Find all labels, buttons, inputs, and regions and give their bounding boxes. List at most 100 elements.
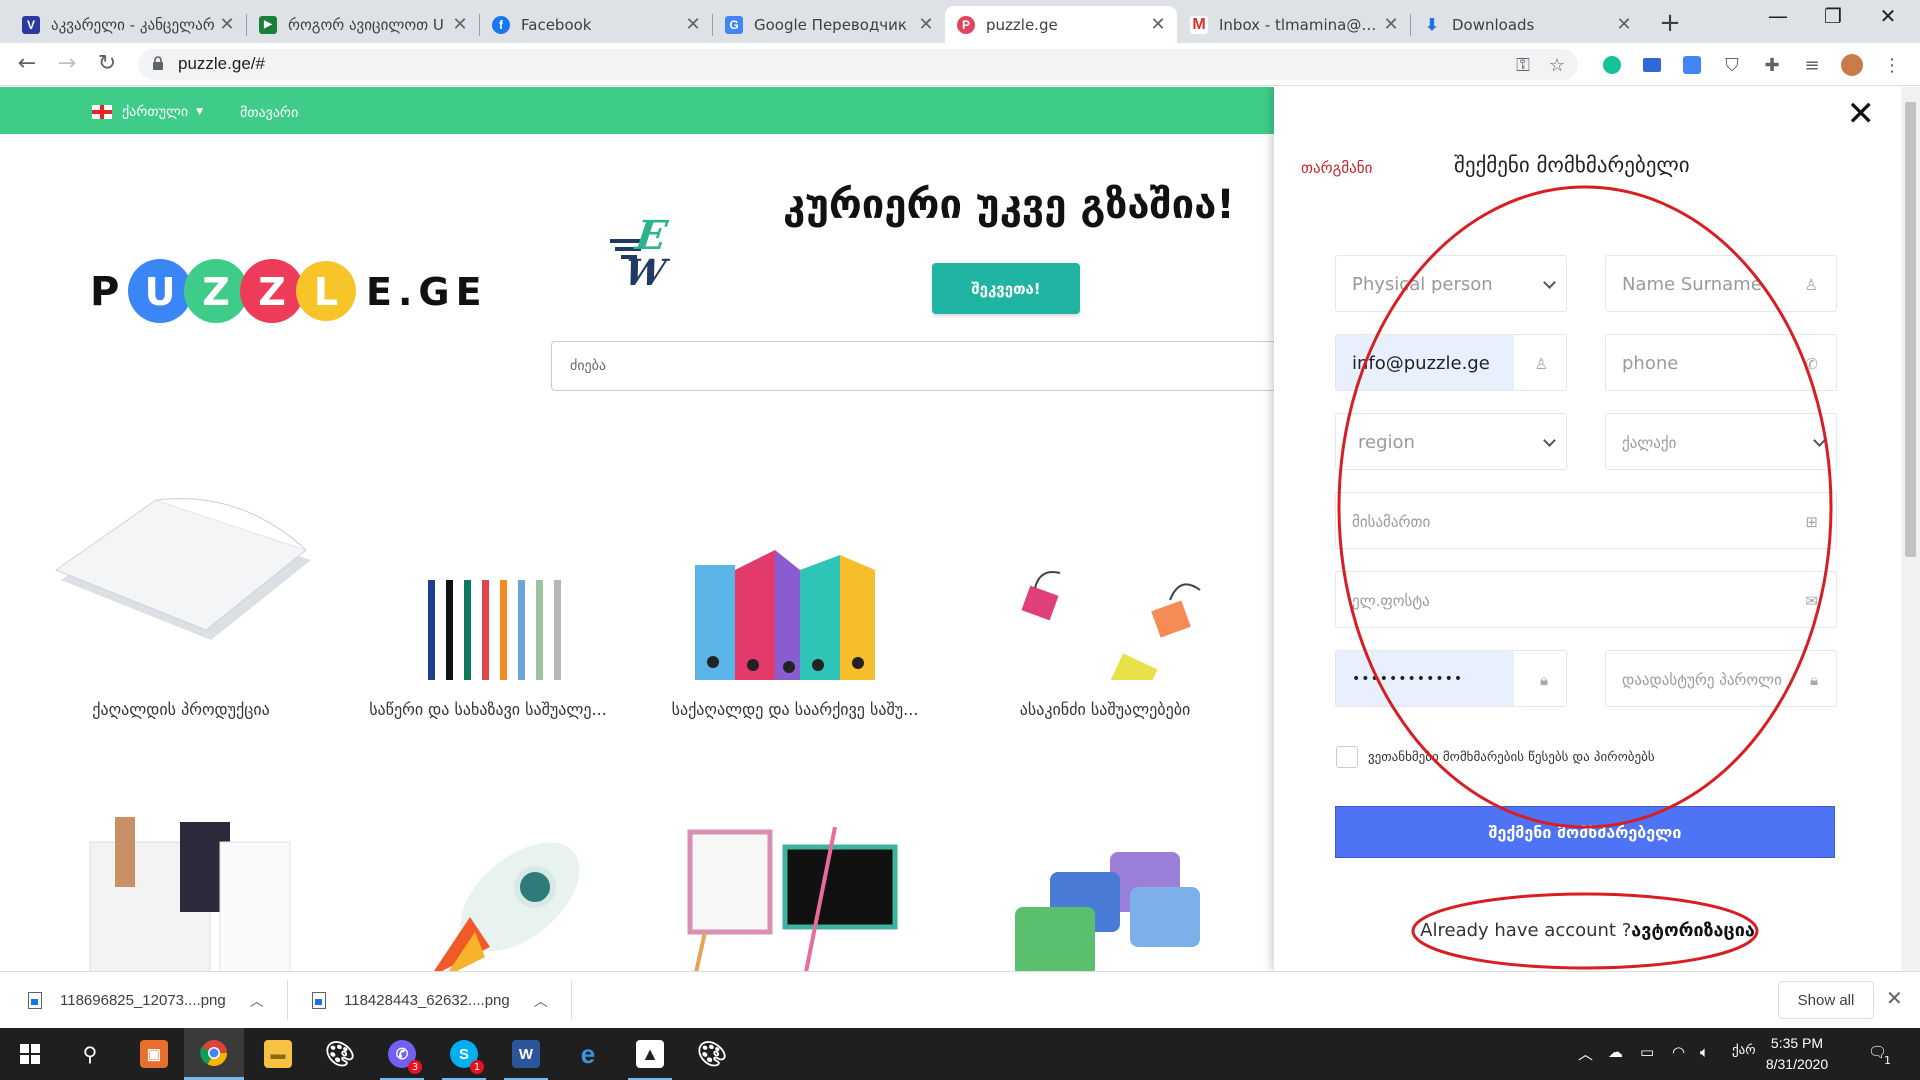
category-folders[interactable]: საქაღალდე და საარქივე საშუ...	[650, 470, 940, 719]
web-page: ქართული ▼ მთავარი P U Z Z L E.GE E W კურ…	[0, 87, 1920, 971]
wifi-icon[interactable]: ◠	[1672, 1043, 1685, 1061]
chrome-menu-icon[interactable]: ⋮	[1880, 53, 1904, 77]
chevron-up-icon[interactable]: ︿	[534, 991, 548, 1011]
tab-gmail[interactable]: M Inbox - tlmamina@gm ✕	[1178, 6, 1410, 43]
tape-dispensers-image[interactable]	[1010, 847, 1220, 971]
person-type-select[interactable]: Physical person	[1335, 255, 1567, 312]
maximize-button[interactable]: ❐	[1813, 4, 1853, 28]
taskbar-app-edge[interactable]: e	[558, 1028, 618, 1080]
window-close-button[interactable]: ✕	[1868, 4, 1908, 28]
taskbar-app-word[interactable]: W	[496, 1028, 556, 1080]
tab-close-icon[interactable]: ✕	[451, 14, 469, 35]
confirm-password-field[interactable]: დაადასტურე პაროლი 🔒︎	[1605, 650, 1837, 707]
name-surname-field[interactable]: Name Surname ♙	[1605, 255, 1837, 312]
tab-close-icon[interactable]: ✕	[1382, 14, 1400, 35]
grammarly-extension-icon[interactable]	[1600, 53, 1624, 77]
screen-extension-icon[interactable]	[1640, 53, 1664, 77]
shield-extension-icon[interactable]: ⛉	[1720, 53, 1744, 77]
taskbar-app-chrome[interactable]	[184, 1028, 244, 1080]
taskbar-app-explorer[interactable]: ▬	[248, 1028, 308, 1080]
page-scrollbar[interactable]	[1901, 87, 1920, 971]
close-icon[interactable]: ✕	[1847, 97, 1876, 131]
tab-puzzle[interactable]: P puzzle.ge ✕	[945, 6, 1177, 43]
email-placeholder: ელ.ფოსტა	[1352, 592, 1430, 610]
search-placeholder: ძიება	[570, 358, 607, 374]
start-button[interactable]	[0, 1028, 60, 1080]
art-supplies-image[interactable]	[70, 812, 300, 971]
login-link[interactable]: ავტორიზაცია	[1631, 920, 1755, 941]
show-all-button[interactable]: Show all	[1778, 981, 1874, 1019]
forward-button[interactable]: →	[52, 49, 82, 79]
address-field[interactable]: მისამართი ⊞	[1335, 492, 1837, 549]
tab-close-icon[interactable]: ✕	[1615, 14, 1633, 35]
category-writing[interactable]: საწერი და სახაზავი საშუალე...	[343, 470, 633, 719]
extensions-puzzle-icon[interactable]: ✚	[1760, 53, 1784, 77]
tab-close-icon[interactable]: ✕	[684, 14, 702, 35]
email-field[interactable]: ელ.ფოსტა ✉	[1335, 571, 1837, 628]
tab-close-icon[interactable]: ✕	[917, 14, 935, 35]
reload-button[interactable]: ↻	[92, 49, 122, 79]
password-field[interactable]: •••••••••••• 🔒︎	[1335, 650, 1567, 707]
tab-akvareli[interactable]: V აკვარელი - კანცელარ ✕	[10, 6, 246, 43]
terms-checkbox[interactable]	[1336, 746, 1358, 768]
reading-list-icon[interactable]: ≡	[1800, 53, 1824, 77]
taskbar-app-paint-classic[interactable]: 🎨︎	[682, 1028, 742, 1080]
key-icon[interactable]: ⚿	[1511, 53, 1535, 77]
tab-facebook[interactable]: f Facebook ✕	[480, 6, 712, 43]
tab-close-icon[interactable]: ✕	[218, 14, 236, 35]
scrollbar-thumb[interactable]	[1905, 102, 1916, 557]
search-button[interactable]: ⚲	[60, 1028, 120, 1080]
url-text[interactable]: puzzle.ge/#	[178, 54, 265, 74]
category-paper[interactable]: ქაღალდის პროდუქცია	[36, 470, 326, 719]
back-button[interactable]: ←	[12, 49, 42, 79]
category-label: ასაკინძი საშუალებები	[1019, 700, 1191, 719]
tab-youtube[interactable]: ▶ როგორ ავიცილოთ U ✕	[247, 6, 479, 43]
username-field[interactable]: info@puzzle.ge ♙	[1335, 334, 1567, 391]
input-language[interactable]: ქარ	[1732, 1043, 1756, 1058]
taskbar-app-skype[interactable]: S 1	[434, 1028, 494, 1080]
bookmark-star-icon[interactable]: ☆	[1545, 53, 1569, 77]
rocket-image[interactable]	[400, 837, 600, 971]
create-account-button[interactable]: შექმენი მომხმარებელი	[1335, 806, 1835, 858]
system-clock[interactable]: 5:35 PM 8/31/2020	[1754, 1033, 1840, 1075]
new-tab-button[interactable]: +	[1656, 8, 1684, 38]
tab-google-translate[interactable]: G Google Переводчик ✕	[713, 6, 945, 43]
boards-image[interactable]	[685, 827, 905, 971]
volume-icon[interactable]: 🔈︎	[1700, 1043, 1709, 1061]
language-selector[interactable]: ქართული ▼	[92, 104, 203, 120]
user-icon: ♙	[1804, 276, 1818, 294]
taskbar-app-photos[interactable]: ▲	[620, 1028, 680, 1080]
taskbar-app-paint3d[interactable]: 🎨︎	[310, 1028, 370, 1080]
taskbar-app-viber[interactable]: ✆ 3	[372, 1028, 432, 1080]
clock-date: 8/31/2020	[1765, 1056, 1829, 1072]
menu-home-link[interactable]: მთავარი	[240, 105, 298, 121]
palette-icon: 🎨︎	[696, 1040, 728, 1068]
category-label: ქაღალდის პროდუქცია	[92, 700, 270, 719]
chevron-up-icon[interactable]: ︿	[1578, 1043, 1593, 1064]
puzzle-logo[interactable]: P U Z Z L E.GE	[90, 247, 510, 327]
banner-order-button[interactable]: შეკვეთა!	[932, 263, 1080, 314]
chevron-down-icon	[1813, 434, 1826, 447]
translate-link[interactable]: თარგმანი	[1301, 159, 1372, 177]
city-select[interactable]: ქალაქი	[1605, 413, 1837, 470]
battery-icon[interactable]: ▭	[1640, 1043, 1654, 1061]
clock-time: 5:35 PM	[1770, 1035, 1824, 1051]
region-select[interactable]: region	[1335, 413, 1567, 470]
tab-downloads[interactable]: ⬇ Downloads ✕	[1411, 6, 1643, 43]
minimize-button[interactable]: —	[1758, 4, 1798, 28]
download-item[interactable]: 118428443_62632....png ︿	[312, 972, 548, 1029]
notes-extension-icon[interactable]	[1680, 53, 1704, 77]
tab-title: Downloads	[1452, 15, 1535, 34]
close-icon[interactable]: ✕	[1886, 986, 1903, 1010]
download-item[interactable]: 118696825_12073....png ︿	[28, 972, 264, 1029]
logo-letter-z1: Z	[202, 270, 230, 314]
category-binding[interactable]: ასაკინძი საშუალებები	[960, 470, 1250, 719]
taskbar-app-paint[interactable]: ▣	[124, 1028, 184, 1080]
site-search-input[interactable]: ძიება	[551, 341, 1281, 391]
onedrive-cloud-icon[interactable]: ☁	[1608, 1043, 1623, 1061]
tab-close-icon[interactable]: ✕	[1149, 14, 1167, 35]
phone-field[interactable]: phone ✆	[1605, 334, 1837, 391]
chevron-up-icon[interactable]: ︿	[250, 991, 264, 1011]
address-bar[interactable]: puzzle.ge/# ⚿ ☆	[138, 49, 1578, 80]
profile-avatar[interactable]	[1840, 53, 1864, 77]
